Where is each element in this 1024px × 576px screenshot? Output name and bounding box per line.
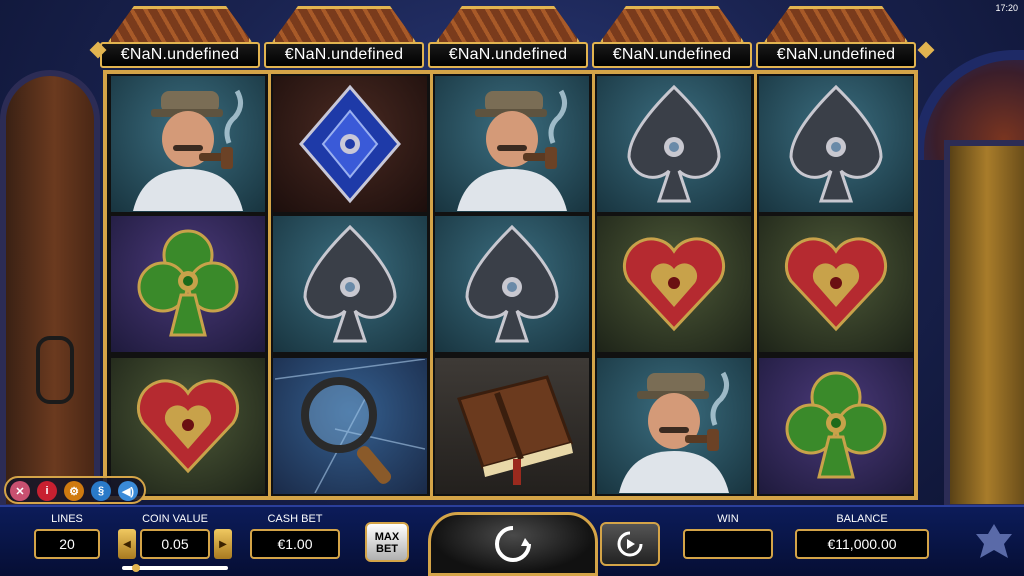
header-roof (600, 6, 744, 42)
club-symbol (759, 358, 913, 494)
max-bet-button[interactable]: MAX BET (365, 522, 409, 562)
header-roof (764, 6, 908, 42)
heart-symbol (111, 358, 265, 494)
journal-symbol (435, 358, 589, 494)
reel-header-2: €NaN.undefined (264, 6, 424, 70)
diamond-symbol (273, 76, 427, 212)
max-bet-label-bottom: BET (376, 543, 398, 555)
rules-icon[interactable]: § (91, 481, 111, 501)
header-roof (436, 6, 580, 42)
reel-4 (593, 74, 755, 496)
reel-3 (431, 74, 593, 496)
reel-header-row: €NaN.undefined €NaN.undefined €NaN.undef… (100, 6, 920, 70)
spin-button[interactable] (428, 512, 598, 576)
reel-header-3: €NaN.undefined (428, 6, 588, 70)
close-icon[interactable]: ✕ (10, 481, 30, 501)
clock: 17:20 (995, 3, 1018, 13)
spade-symbol (759, 76, 913, 212)
spade-symbol (597, 76, 751, 212)
max-bet-label-top: MAX (374, 531, 400, 543)
club-symbol (111, 216, 265, 352)
reel-header-label: €NaN.undefined (756, 42, 916, 68)
balance-label: BALANCE (836, 513, 888, 525)
lines-label: LINES (51, 513, 83, 525)
reel-header-1: €NaN.undefined (100, 6, 260, 70)
settings-icon[interactable]: ⚙ (64, 481, 84, 501)
win-label: WIN (717, 513, 739, 525)
provider-logo (972, 520, 1016, 564)
reel-header-label: €NaN.undefined (100, 42, 260, 68)
reel-grid (103, 70, 918, 500)
reel-5 (755, 74, 917, 496)
magnifying-glass-symbol (273, 358, 427, 494)
header-roof (108, 6, 252, 42)
cash-bet-value: €1.00 (250, 529, 340, 559)
coin-value-label: COIN VALUE (142, 513, 208, 525)
coin-increase-button[interactable]: ▶ (214, 529, 232, 559)
info-icon[interactable]: i (37, 481, 57, 501)
spade-symbol (435, 216, 589, 352)
header-roof (272, 6, 416, 42)
reel-header-5: €NaN.undefined (756, 6, 916, 70)
coin-value: 0.05 (140, 529, 210, 559)
reel-2 (269, 74, 431, 496)
coin-value-slider[interactable] (122, 564, 228, 572)
reel-header-4: €NaN.undefined (592, 6, 752, 70)
reel-header-label: €NaN.undefined (428, 42, 588, 68)
left-door-decoration (0, 70, 100, 510)
autoplay-button[interactable] (600, 522, 660, 566)
coin-decrease-button[interactable]: ◀ (118, 529, 136, 559)
heart-symbol (597, 216, 751, 352)
autoplay-icon (617, 531, 643, 557)
reel-1 (107, 74, 269, 496)
lines-value[interactable]: 20 (34, 529, 100, 559)
balance-value: €11,000.00 (795, 529, 929, 559)
detective-symbol (597, 358, 751, 494)
reel-header-label: €NaN.undefined (592, 42, 752, 68)
slider-knob[interactable] (132, 564, 140, 572)
right-door-decoration (944, 140, 1024, 510)
spin-icon (495, 526, 531, 562)
reel-header-label: €NaN.undefined (264, 42, 424, 68)
heart-symbol (759, 216, 913, 352)
game-menu: ✕ i ⚙ § ◀) (4, 476, 146, 504)
cash-bet-label: CASH BET (267, 513, 323, 525)
sound-icon[interactable]: ◀) (118, 481, 138, 501)
spade-symbol (273, 216, 427, 352)
detective-symbol (111, 76, 265, 212)
win-value (683, 529, 773, 559)
detective-symbol (435, 76, 589, 212)
